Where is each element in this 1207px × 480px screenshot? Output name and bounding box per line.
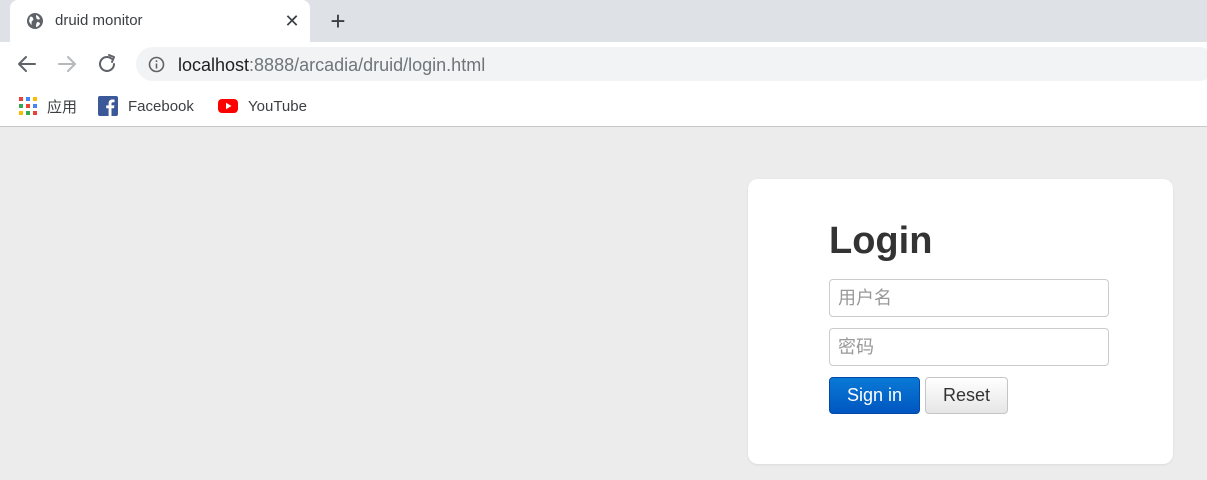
bookmark-label: YouTube	[248, 97, 307, 115]
bookmark-label: 应用	[47, 98, 78, 116]
globe-icon	[27, 13, 43, 29]
username-input[interactable]	[829, 279, 1109, 317]
reload-icon[interactable]	[95, 52, 119, 76]
page-content: Login Sign in Reset	[0, 128, 1207, 480]
bookmark-apps[interactable]: 应用	[19, 95, 77, 117]
reset-button[interactable]: Reset	[925, 377, 1008, 414]
info-icon[interactable]	[148, 56, 165, 73]
url-host: localhost	[178, 55, 250, 75]
facebook-icon	[98, 96, 118, 116]
url-path: :8888/arcadia/druid/login.html	[249, 55, 486, 75]
forward-arrow-icon[interactable]	[55, 52, 79, 76]
browser-toolbar: localhost:8888/arcadia/druid/login.html	[0, 42, 1207, 86]
browser-tab[interactable]: druid monitor ✕	[10, 0, 310, 42]
bookmark-facebook[interactable]: Facebook	[98, 95, 194, 117]
tab-title: druid monitor	[55, 12, 143, 29]
close-tab-icon[interactable]: ✕	[282, 11, 302, 31]
apps-grid-icon	[19, 97, 37, 115]
url-text: localhost:8888/arcadia/druid/login.html	[178, 55, 485, 75]
new-tab-icon[interactable]: +	[326, 8, 350, 34]
address-bar[interactable]: localhost:8888/arcadia/druid/login.html	[136, 47, 1207, 81]
login-title: Login	[829, 220, 933, 262]
back-arrow-icon[interactable]	[15, 52, 39, 76]
sign-in-button[interactable]: Sign in	[829, 377, 920, 414]
bookmark-label: Facebook	[128, 97, 194, 115]
youtube-icon	[218, 99, 238, 113]
password-input[interactable]	[829, 328, 1109, 366]
tab-strip: druid monitor ✕ +	[0, 0, 1207, 42]
bookmarks-bar: 应用 Facebook YouTube	[0, 86, 1207, 127]
login-card: Login Sign in Reset	[748, 179, 1173, 464]
bookmark-youtube[interactable]: YouTube	[218, 95, 307, 117]
